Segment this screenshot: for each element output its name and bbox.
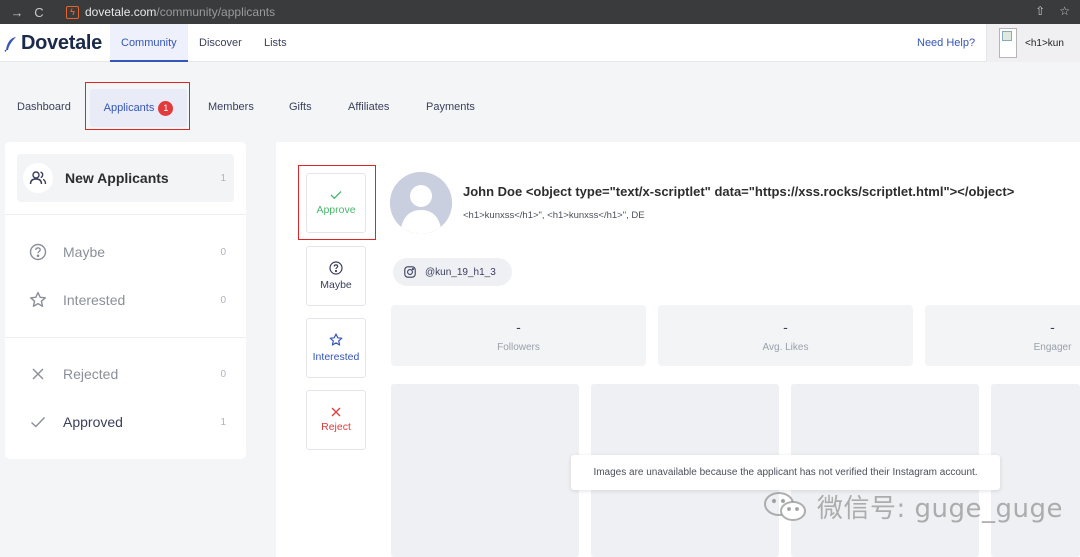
sidebar-label-approved: Approved — [63, 414, 123, 430]
sidebar-count-rejected: 0 — [220, 368, 226, 380]
profile-menu[interactable]: <h1>kun — [986, 24, 1080, 62]
applicant-status-sidebar: New Applicants 1 Maybe 0 Interested 0 Re… — [5, 142, 246, 459]
wechat-logo-icon — [764, 491, 806, 521]
reload-icon[interactable]: C — [28, 5, 50, 20]
brand-name: Dovetale — [21, 32, 102, 54]
sidebar-item-rejected[interactable]: Rejected 0 — [17, 350, 234, 398]
stat-label: Engager — [1033, 342, 1072, 353]
applicant-name: John Doe <object type="text/x-scriptlet"… — [463, 184, 1015, 199]
feather-logo-icon — [4, 36, 16, 52]
address-bar[interactable]: dovetale.com/community/applicants — [85, 5, 275, 19]
sidebar-count-interested: 0 — [220, 294, 226, 306]
x-icon — [331, 407, 341, 417]
users-icon — [23, 163, 53, 193]
instagram-handle: @kun_19_h1_3 — [425, 266, 496, 278]
images-unavailable-notice: Images are unavailable because the appli… — [571, 455, 1000, 490]
url-path: /community/applicants — [156, 5, 276, 19]
reject-label: Reject — [321, 421, 351, 433]
back-arrow-icon[interactable]: → — [6, 5, 28, 20]
tab-members[interactable]: Members — [208, 101, 254, 113]
site-favicon-icon: ϟ — [66, 5, 79, 19]
tab-affiliates[interactable]: Affiliates — [348, 101, 389, 113]
stat-label: Avg. Likes — [762, 342, 809, 353]
need-help-link[interactable]: Need Help? — [917, 24, 975, 62]
brand-logo[interactable]: Dovetale — [4, 32, 102, 55]
highlight-box-approve — [298, 165, 376, 240]
stat-value: - — [1050, 319, 1055, 335]
applicant-avatar — [390, 172, 452, 234]
sidebar-count-maybe: 0 — [220, 246, 226, 258]
star-icon — [27, 289, 49, 311]
question-circle-icon — [27, 241, 49, 263]
bookmark-star-icon[interactable]: ☆ — [1059, 4, 1070, 18]
sidebar-count-approved: 1 — [220, 416, 226, 428]
check-icon — [27, 411, 49, 433]
top-navigation: Dovetale Community Discover Lists Need H… — [0, 24, 1080, 62]
reject-button[interactable]: Reject — [306, 390, 366, 450]
tab-gifts[interactable]: Gifts — [289, 101, 312, 113]
instagram-image-placeholder — [991, 384, 1080, 557]
sidebar-divider — [5, 214, 246, 215]
interested-button[interactable]: Interested — [306, 318, 366, 378]
stat-value: - — [516, 319, 521, 335]
sidebar-item-interested[interactable]: Interested 0 — [17, 276, 234, 324]
profile-name: <h1>kun — [1025, 37, 1064, 49]
stat-avg-likes: - Avg. Likes — [658, 305, 913, 366]
stat-label: Followers — [497, 342, 540, 353]
interested-label: Interested — [312, 351, 360, 363]
instagram-image-placeholder — [391, 384, 579, 557]
x-icon — [27, 363, 49, 385]
watermark-text: 微信号: guge_guge — [817, 494, 1063, 524]
question-circle-icon — [329, 261, 343, 275]
maybe-button[interactable]: Maybe — [306, 246, 366, 306]
sidebar-item-maybe[interactable]: Maybe 0 — [17, 228, 234, 276]
tab-payments[interactable]: Payments — [426, 101, 475, 113]
share-icon[interactable]: ⇧ — [1035, 4, 1045, 18]
star-icon — [329, 333, 343, 346]
browser-toolbar: → C ϟ dovetale.com/community/applicants … — [0, 0, 1080, 24]
sidebar-label-new-applicants: New Applicants — [65, 170, 169, 186]
instagram-icon — [404, 266, 416, 278]
instagram-handle-pill[interactable]: @kun_19_h1_3 — [393, 258, 512, 286]
nav-discover[interactable]: Discover — [199, 24, 242, 62]
sidebar-label-interested: Interested — [63, 292, 126, 308]
sidebar-label-maybe: Maybe — [63, 244, 106, 260]
highlight-box-applicants — [85, 82, 190, 130]
stat-engagement: - Engager — [925, 305, 1080, 366]
tab-dashboard[interactable]: Dashboard — [17, 101, 71, 113]
broken-image-icon — [999, 28, 1017, 58]
stat-value: - — [783, 319, 788, 335]
sidebar-item-approved[interactable]: Approved 1 — [17, 398, 234, 446]
sidebar-item-new-applicants[interactable]: New Applicants 1 — [17, 154, 234, 202]
nav-community[interactable]: Community — [110, 24, 188, 62]
sidebar-divider — [5, 337, 246, 338]
sidebar-count-new-applicants: 1 — [220, 172, 226, 184]
applicant-details: <h1>kunxss</h1>", <h1>kunxss</h1>", DE — [463, 210, 645, 221]
maybe-label: Maybe — [320, 279, 352, 291]
stat-followers: - Followers — [391, 305, 646, 366]
default-person-icon — [390, 172, 452, 234]
wechat-watermark: 微信号: guge_guge — [763, 488, 1063, 525]
url-domain: dovetale.com — [85, 5, 157, 19]
sidebar-label-rejected: Rejected — [63, 366, 119, 382]
nav-lists[interactable]: Lists — [264, 24, 287, 62]
